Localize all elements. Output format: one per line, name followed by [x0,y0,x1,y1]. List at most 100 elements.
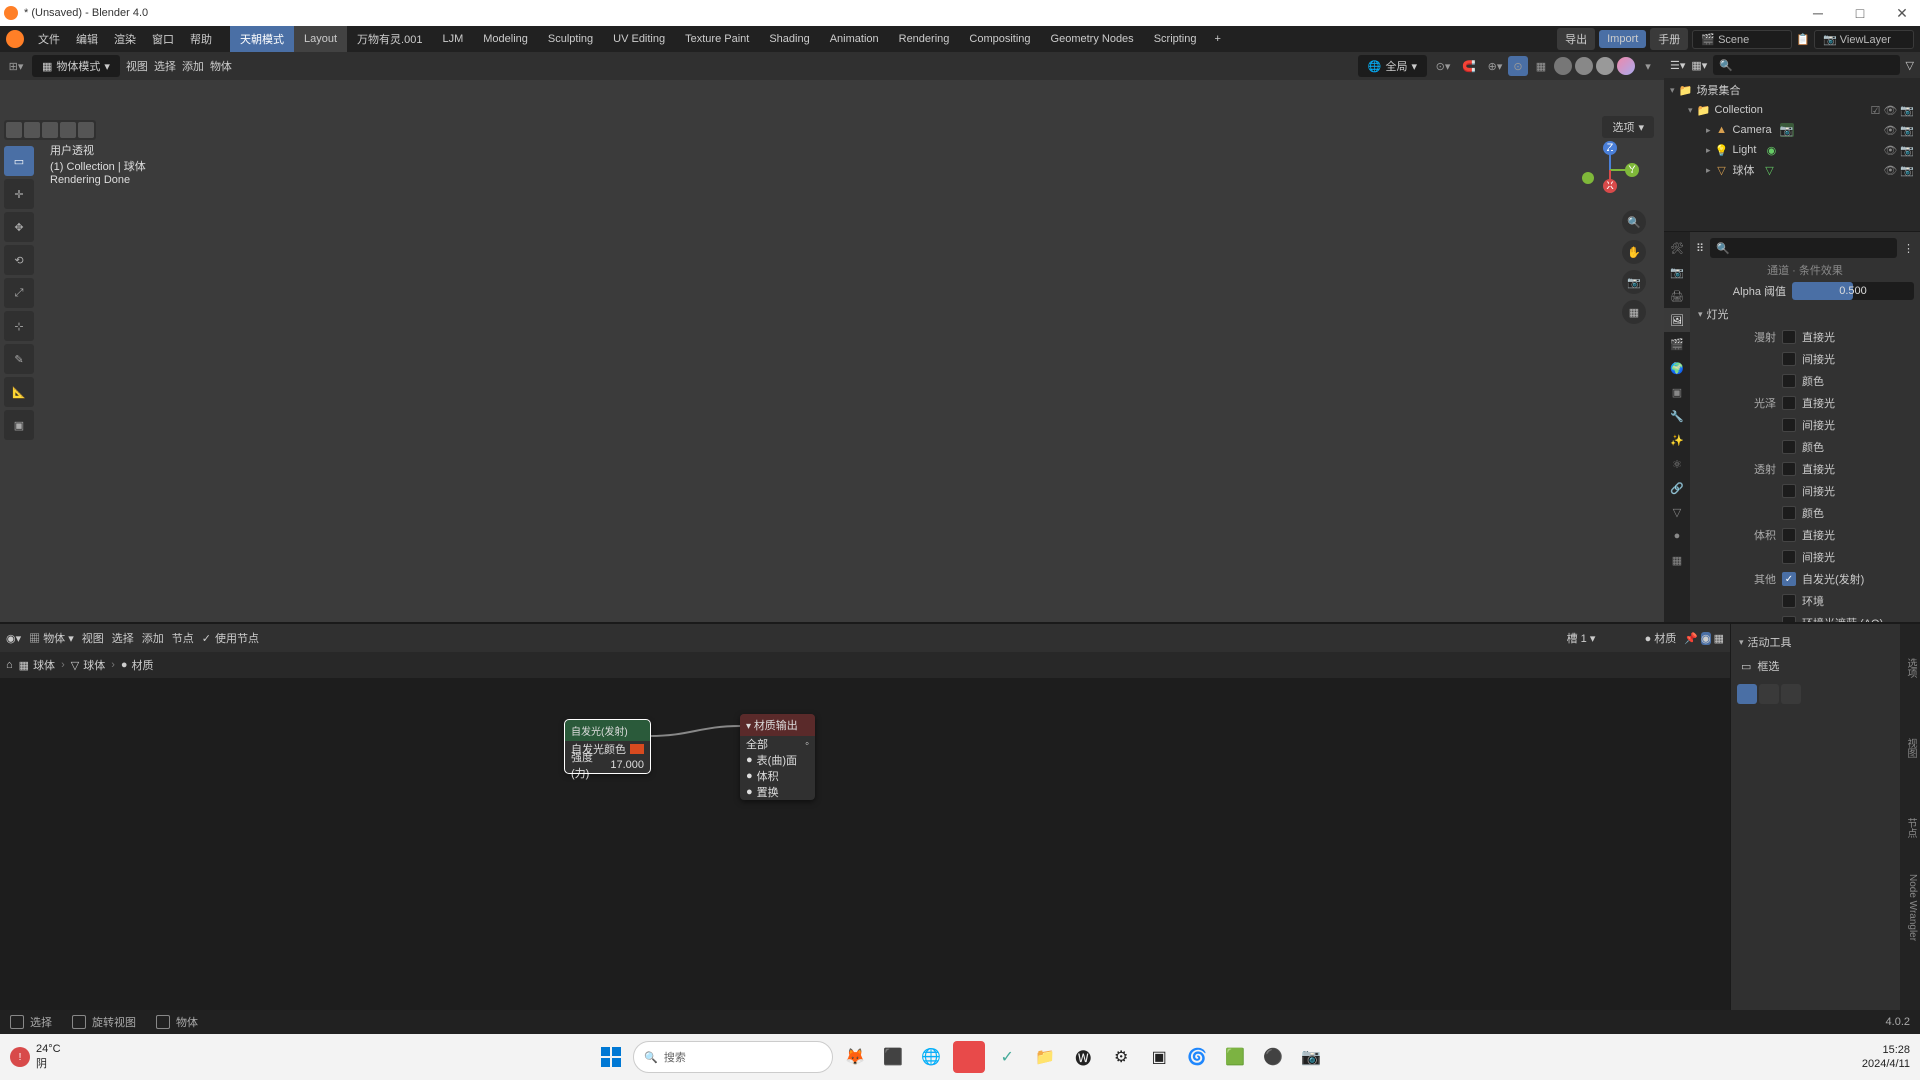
outliner-display-dropdown[interactable]: ▦▾ [1691,59,1707,72]
outliner-filter[interactable]: ▽ [1906,59,1914,72]
panel-light[interactable]: ▾灯光 [1696,302,1914,326]
select-mode-2[interactable] [1759,684,1779,704]
clock-time[interactable]: 15:28 [1862,1043,1910,1057]
ne-pin-button[interactable]: 📌 [1684,632,1698,645]
outliner-item-light[interactable]: ▸💡Light ◉ 👁📷 [1670,140,1914,160]
workspace-tab[interactable]: LJM [432,26,473,52]
workspace-tab[interactable]: Modeling [473,26,538,52]
pass-checkbox[interactable] [1782,396,1796,410]
maximize-button[interactable]: □ [1846,5,1874,21]
prop-tab-object[interactable]: ▣ [1664,380,1690,404]
workspace-tab[interactable]: Rendering [889,26,960,52]
ne-overlay-button[interactable]: ◉ [1701,632,1711,645]
prop-tab-world[interactable]: 🌍 [1664,356,1690,380]
alpha-threshold-slider[interactable]: 0.500 [1792,282,1914,300]
workspace-tab[interactable]: Animation [820,26,889,52]
shading-dropdown[interactable]: ▾ [1638,56,1658,76]
prop-search[interactable]: 🔍 [1710,238,1897,258]
outliner-editor-dropdown[interactable]: ☰▾ [1670,59,1685,72]
start-button[interactable] [595,1041,627,1073]
outliner-scene-collection[interactable]: ▾📁场景集合 [1670,80,1914,100]
shading-rendered[interactable] [1617,57,1635,75]
clock-date[interactable]: 2024/4/11 [1862,1057,1910,1071]
taskbar-app-2[interactable]: ⬛ [877,1041,909,1073]
new-scene-button[interactable]: 📋 [1796,33,1810,46]
orientation-selector[interactable]: 🌐 全局 ▾ [1358,55,1427,77]
tool-annotate[interactable]: ✎ [4,344,34,374]
outliner-item-sphere[interactable]: ▸▽球体 ▽ 👁📷 [1670,160,1914,180]
prop-tab-physics[interactable]: ⚛ [1664,452,1690,476]
vp-menu-view[interactable]: 视图 [126,58,148,74]
prop-tab-modifiers[interactable]: 🔧 [1664,404,1690,428]
node-emission[interactable]: 自发光(发射) 自发光颜色 强度(力)17.000 [565,720,650,773]
vp-menu-select[interactable]: 选择 [154,58,176,74]
tool-rotate[interactable]: ⟲ [4,245,34,275]
overlay-toggle[interactable]: ⊙ [1508,56,1528,76]
menu-help[interactable]: 帮助 [182,26,220,52]
ne-menu-select[interactable]: 选择 [112,630,134,646]
workspace-tab[interactable]: Scripting [1144,26,1207,52]
prop-tab-constraints[interactable]: 🔗 [1664,476,1690,500]
taskbar-explorer[interactable]: 📁 [1029,1041,1061,1073]
add-workspace-button[interactable]: + [1206,26,1228,52]
workspace-tab[interactable]: Texture Paint [675,26,759,52]
slot-selector[interactable]: 槽 1 ▾ [1567,630,1637,646]
shading-matprev[interactable] [1596,57,1614,75]
workspace-tab[interactable]: Compositing [959,26,1040,52]
tool-select-box[interactable]: ▭ [4,146,34,176]
pass-checkbox[interactable] [1782,528,1796,542]
mode-selector[interactable]: ▦ 物体模式 ▾ [32,55,120,77]
pass-checkbox[interactable] [1782,330,1796,344]
outliner-collection[interactable]: ▾📁Collection ☑👁📷 [1670,100,1914,120]
pivot-dropdown[interactable]: ⊙▾ [1433,56,1453,76]
ne-mode-selector[interactable]: ▦ 物体 ▾ [29,630,74,646]
pass-checkbox[interactable] [1782,462,1796,476]
ne-tab-view[interactable]: 视图 [1900,708,1920,788]
ne-editor-dropdown[interactable]: ◉▾ [6,632,21,645]
ne-menu-add[interactable]: 添加 [142,630,164,646]
zoom-button[interactable]: 🔍 [1622,210,1646,234]
taskbar-app-7[interactable]: 🟩 [1219,1041,1251,1073]
ne-tab-wrangler[interactable]: Node Wrangler [1900,868,1920,948]
menu-window[interactable]: 窗口 [144,26,182,52]
3d-viewport[interactable]: ⊞▾ ▦ 物体模式 ▾ 视图 选择 添加 物体 🌐 全局 ▾ ⊙▾ 🧲 ⊕▾ ⊙… [0,52,1664,622]
taskbar-chrome[interactable]: 🌐 [915,1041,947,1073]
workspace-tab[interactable]: UV Editing [603,26,675,52]
viewport-options-dropdown[interactable]: 选项 ▾ [1602,116,1654,138]
ne-menu-view[interactable]: 视图 [82,630,104,646]
taskbar-terminal[interactable]: ▣ [1143,1041,1175,1073]
tool-add-cube[interactable]: ▣ [4,410,34,440]
outliner-item-camera[interactable]: ▸▲Camera 📷 👁📷 [1670,120,1914,140]
prop-tab-render[interactable]: 📷 [1664,260,1690,284]
prop-tab-scene[interactable]: 🎬 [1664,332,1690,356]
ne-sidebar-title[interactable]: ▾活动工具 [1737,630,1894,654]
prop-tab-material[interactable]: ● [1664,524,1690,548]
select-mode-buttons[interactable] [4,120,96,140]
menu-file[interactable]: 文件 [30,26,68,52]
export-button[interactable]: 导出 [1557,28,1595,50]
taskbar-app-9[interactable]: 📷 [1295,1041,1327,1073]
bread-home-icon[interactable]: ⌂ [6,659,13,671]
xray-toggle[interactable]: ▦ [1531,56,1551,76]
ne-backdrop-button[interactable]: ▦ [1714,632,1724,645]
taskbar-search[interactable]: 🔍 搜索 [633,1041,833,1073]
taskbar-app-8[interactable]: ⚫ [1257,1041,1289,1073]
ne-tab-options[interactable]: 选项 [1900,628,1920,708]
prop-tab-viewlayer[interactable]: 🖼 [1664,308,1690,332]
taskbar-app-6[interactable]: ⚙ [1105,1041,1137,1073]
taskbar-app-4[interactable]: ✓ [991,1041,1023,1073]
ne-menu-node[interactable]: 节点 [172,630,194,646]
pan-button[interactable]: ✋ [1622,240,1646,264]
select-mode-1[interactable] [1737,684,1757,704]
tool-scale[interactable]: ⤢ [4,278,34,308]
node-material-output[interactable]: ▾ 材质输出 全部◦ ● 表(曲)面 ● 体积 ● 置换 [740,714,815,800]
workspace-tab[interactable]: Sculpting [538,26,603,52]
prop-tab-output[interactable]: 🖨 [1664,284,1690,308]
scene-selector[interactable]: 🎬 Scene [1692,30,1792,49]
pass-checkbox[interactable] [1782,550,1796,564]
outliner-search[interactable]: 🔍 [1713,55,1899,75]
select-mode-3[interactable] [1781,684,1801,704]
workspace-tab[interactable]: Geometry Nodes [1041,26,1144,52]
prop-tab-data[interactable]: ▽ [1664,500,1690,524]
breadcrumb-object[interactable]: ▦ 球体 [19,657,55,673]
